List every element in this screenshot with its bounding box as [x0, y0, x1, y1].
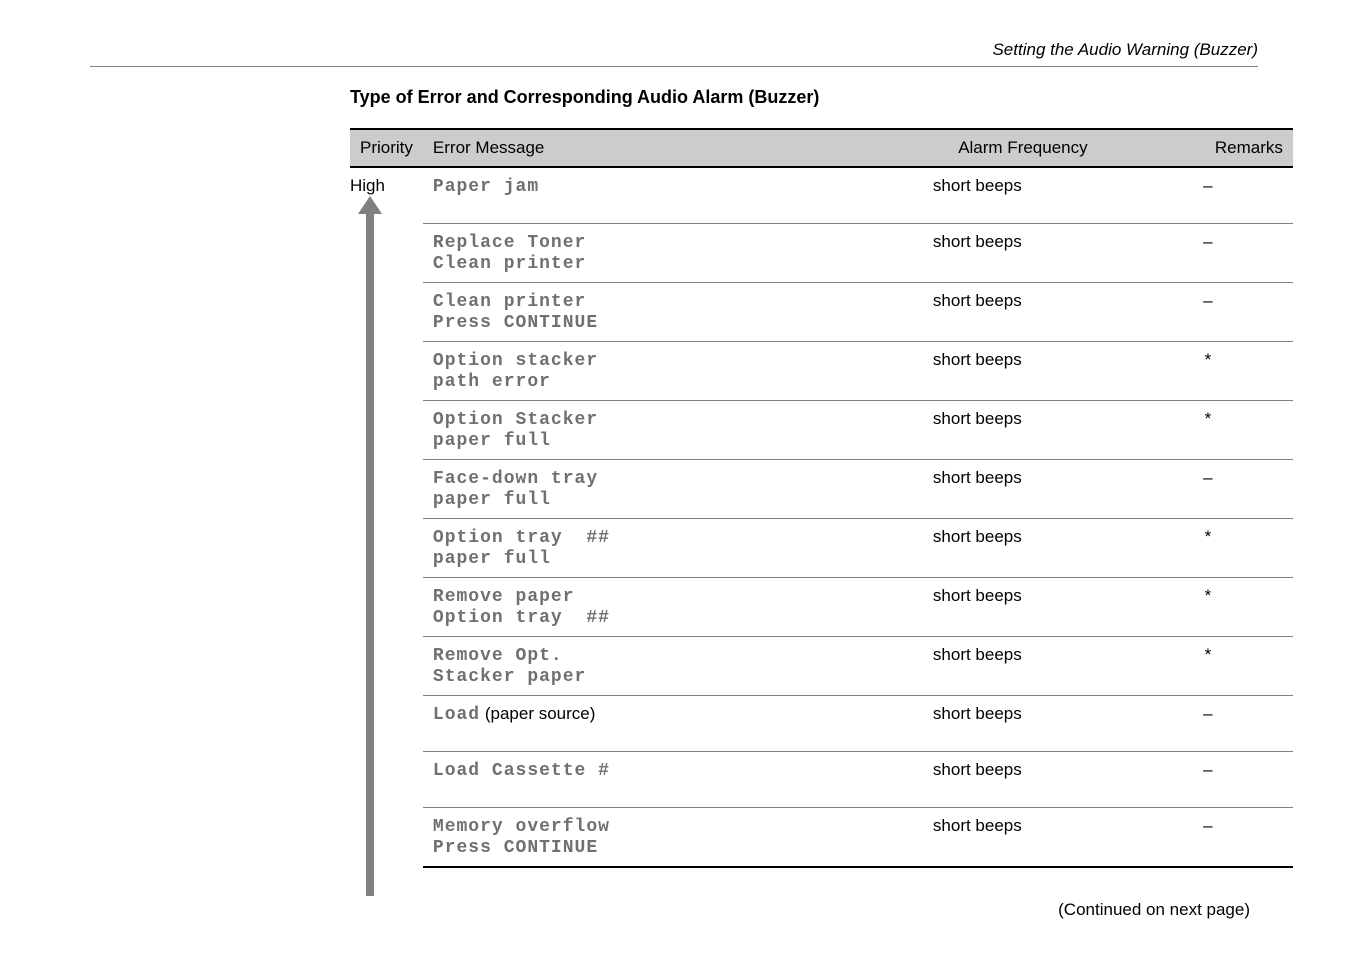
lcd-text: Clean printer Press CONTINUE	[433, 292, 598, 333]
cell-remarks: –	[1123, 696, 1293, 752]
cell-error-message: Face-down tray paper full	[423, 460, 923, 519]
page-container: Setting the Audio Warning (Buzzer) Type …	[0, 0, 1348, 960]
cell-error-message: Paper jam	[423, 168, 923, 224]
cell-remarks: *	[1123, 401, 1293, 460]
table-row: Option stacker path error short beeps*	[423, 342, 1293, 401]
lcd-text: Option tray ## paper full	[433, 528, 610, 569]
cell-alarm-frequency: short beeps	[923, 401, 1123, 460]
cell-alarm-frequency: short beeps	[923, 168, 1123, 224]
cell-alarm-frequency: short beeps	[923, 224, 1123, 283]
col-header-frequency: Alarm Frequency	[923, 129, 1123, 167]
table-body-container: Paper jamshort beeps–Replace Toner Clean…	[423, 167, 1293, 896]
cell-error-message: Remove paper Option tray ##	[423, 578, 923, 637]
cell-error-message: Option Stacker paper full	[423, 401, 923, 460]
lcd-text: Load Cassette #	[433, 761, 610, 781]
lcd-text: Remove Opt. Stacker paper	[433, 646, 586, 687]
cell-remarks: –	[1123, 460, 1293, 519]
col-header-priority: Priority	[350, 129, 423, 167]
table-row: Face-down tray paper full short beeps–	[423, 460, 1293, 519]
cell-alarm-frequency: short beeps	[923, 460, 1123, 519]
lcd-text: Replace Toner Clean printer	[433, 233, 586, 274]
cell-alarm-frequency: short beeps	[923, 342, 1123, 401]
table-row: Clean printer Press CONTINUE short beeps–	[423, 283, 1293, 342]
table-row: Option tray ## paper full short beeps*	[423, 519, 1293, 578]
cell-alarm-frequency: short beeps	[923, 696, 1123, 752]
cell-remarks: –	[1123, 283, 1293, 342]
table-header-row: Priority Error Message Alarm Frequency R…	[350, 129, 1293, 167]
header-rule	[90, 66, 1258, 67]
cell-alarm-frequency: short beeps	[923, 637, 1123, 696]
cell-error-message: Remove Opt. Stacker paper	[423, 637, 923, 696]
col-header-error: Error Message	[423, 129, 923, 167]
error-annotation: (paper source)	[480, 704, 595, 723]
cell-alarm-frequency: short beeps	[923, 752, 1123, 808]
cell-remarks: *	[1123, 342, 1293, 401]
cell-remarks: –	[1123, 168, 1293, 224]
cell-error-message: Option stacker path error	[423, 342, 923, 401]
error-table: Priority Error Message Alarm Frequency R…	[350, 128, 1293, 896]
cell-remarks: *	[1123, 519, 1293, 578]
section-title: Type of Error and Corresponding Audio Al…	[350, 87, 1258, 108]
col-header-remarks: Remarks	[1123, 129, 1293, 167]
table-row: Paper jam short beeps–	[423, 168, 1293, 224]
cell-error-message: Memory overflow Press CONTINUE	[423, 808, 923, 868]
cell-alarm-frequency: short beeps	[923, 519, 1123, 578]
cell-remarks: *	[1123, 578, 1293, 637]
cell-error-message: Load (paper source)	[423, 696, 923, 752]
lcd-text: Load	[433, 705, 480, 725]
cell-remarks: –	[1123, 752, 1293, 808]
table-row: Remove paper Option tray ## short beeps*	[423, 578, 1293, 637]
cell-error-message: Clean printer Press CONTINUE	[423, 283, 923, 342]
cell-error-message: Option tray ## paper full	[423, 519, 923, 578]
cell-alarm-frequency: short beeps	[923, 808, 1123, 868]
cell-remarks: *	[1123, 637, 1293, 696]
lcd-text: Remove paper Option tray ##	[433, 587, 610, 628]
page-header-caption: Setting the Audio Warning (Buzzer)	[90, 40, 1258, 66]
continued-note: (Continued on next page)	[350, 900, 1250, 920]
cell-error-message: Replace Toner Clean printer	[423, 224, 923, 283]
table-row: Remove Opt. Stacker paper short beeps*	[423, 637, 1293, 696]
table-row: Memory overflow Press CONTINUE short beep…	[423, 808, 1293, 868]
table-row: Load (paper source)short beeps–	[423, 696, 1293, 752]
cell-error-message: Load Cassette #	[423, 752, 923, 808]
priority-cell: High	[350, 167, 423, 896]
priority-high-label: High	[350, 176, 423, 196]
table-row: Load Cassette # short beeps–	[423, 752, 1293, 808]
priority-arrow-icon	[350, 196, 390, 896]
lcd-text: Memory overflow Press CONTINUE	[433, 817, 610, 858]
cell-remarks: –	[1123, 224, 1293, 283]
lcd-text: Face-down tray paper full	[433, 469, 598, 510]
table-row: Replace Toner Clean printer short beeps–	[423, 224, 1293, 283]
table-row: Option Stacker paper full short beeps*	[423, 401, 1293, 460]
cell-remarks: –	[1123, 808, 1293, 868]
lcd-text: Option Stacker paper full	[433, 410, 598, 451]
lcd-text: Option stacker path error	[433, 351, 598, 392]
cell-alarm-frequency: short beeps	[923, 283, 1123, 342]
lcd-text: Paper jam	[433, 177, 539, 197]
cell-alarm-frequency: short beeps	[923, 578, 1123, 637]
